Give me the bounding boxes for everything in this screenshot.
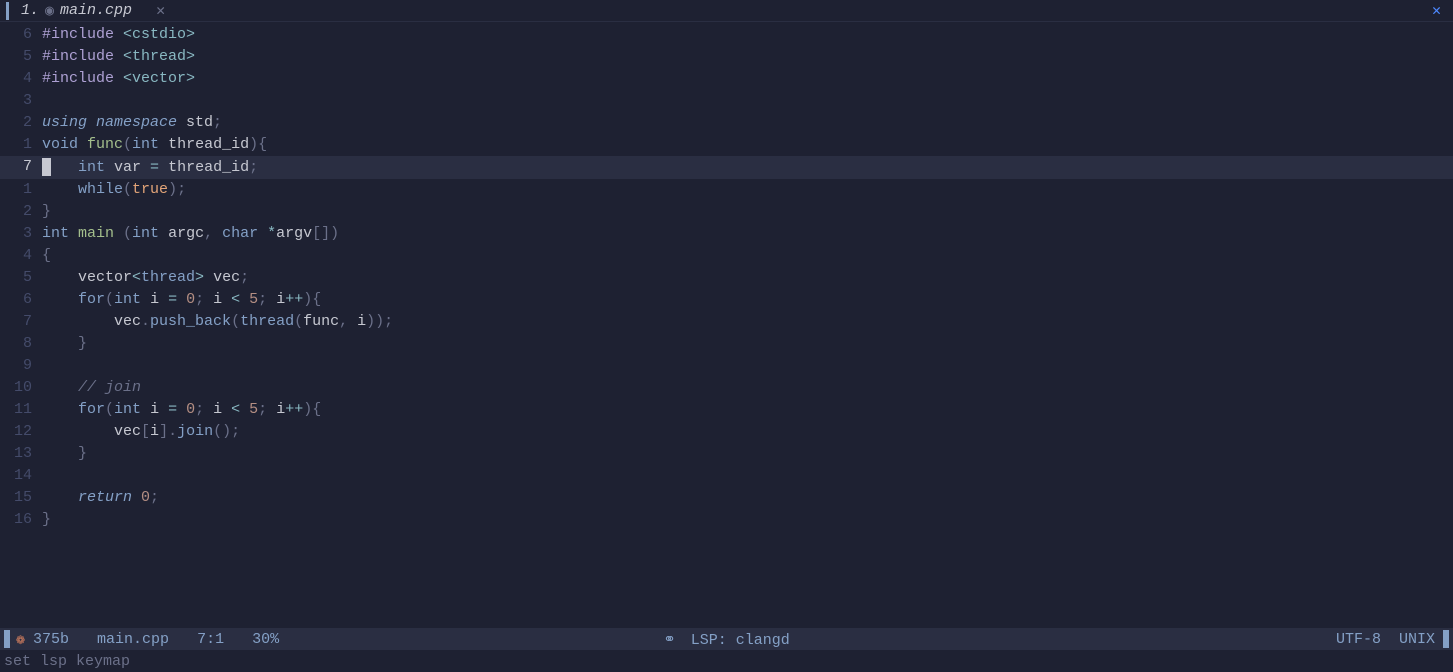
tab-active-indicator — [6, 2, 9, 20]
code-content[interactable]: #include <vector> — [42, 68, 195, 90]
code-content[interactable]: while(true); — [42, 179, 186, 201]
code-line[interactable]: 1 while(true); — [0, 179, 1453, 201]
code-line[interactable]: 2} — [0, 201, 1453, 223]
status-fileformat: UNIX — [1399, 631, 1435, 648]
line-number: 6 — [0, 289, 42, 311]
cpp-file-icon: ◉ — [45, 1, 54, 20]
code-content[interactable]: vector<thread> vec; — [42, 267, 249, 289]
code-line[interactable]: 16} — [0, 509, 1453, 531]
code-line[interactable]: 6 for(int i = 0; i < 5; i++){ — [0, 289, 1453, 311]
code-line[interactable]: 1void func(int thread_id){ — [0, 134, 1453, 156]
line-number: 2 — [0, 201, 42, 223]
code-content[interactable]: vec[i].join(); — [42, 421, 240, 443]
line-number: 4 — [0, 245, 42, 267]
code-line[interactable]: 5#include <thread> — [0, 46, 1453, 68]
code-line[interactable]: 9 — [0, 355, 1453, 377]
code-line[interactable]: 10 // join — [0, 377, 1453, 399]
tab-bar: 1. ◉ main.cpp ✕ ✕ — [0, 0, 1453, 22]
code-content[interactable]: using namespace std; — [42, 112, 222, 134]
line-number: 7 — [0, 311, 42, 333]
code-content[interactable]: vec.push_back(thread(func, i)); — [42, 311, 393, 333]
code-line[interactable]: 3int main (int argc, char *argv[]) — [0, 223, 1453, 245]
code-content[interactable]: return 0; — [42, 487, 159, 509]
status-lsp: ⚭ LSP: clangd — [663, 630, 790, 649]
line-number: 11 — [0, 399, 42, 421]
line-number: 9 — [0, 355, 42, 377]
line-number: 16 — [0, 509, 42, 531]
status-bar: ❁ 375b main.cpp 7:1 30% ⚭ LSP: clangd UT… — [0, 628, 1453, 650]
status-left-indicator — [4, 630, 10, 648]
code-line[interactable]: 12 vec[i].join(); — [0, 421, 1453, 443]
code-line[interactable]: 15 return 0; — [0, 487, 1453, 509]
tab-close-icon[interactable]: ✕ — [156, 1, 165, 20]
code-editor[interactable]: 6#include <cstdio>5#include <thread>4#in… — [0, 22, 1453, 628]
line-number: 14 — [0, 465, 42, 487]
code-line[interactable]: 4{ — [0, 245, 1453, 267]
line-number: 10 — [0, 377, 42, 399]
status-percent: 30% — [252, 631, 279, 648]
status-flower-icon: ❁ — [16, 630, 25, 649]
code-content[interactable]: for(int i = 0; i < 5; i++){ — [42, 399, 321, 421]
code-line[interactable]: 7 int var = thread_id; — [0, 156, 1453, 179]
code-line[interactable]: 2using namespace std; — [0, 112, 1453, 134]
tab-number: 1. — [21, 2, 39, 19]
line-number: 2 — [0, 112, 42, 134]
command-line-text: set lsp keymap — [4, 653, 130, 670]
status-filename: main.cpp — [97, 631, 169, 648]
line-number: 5 — [0, 46, 42, 68]
line-number: 1 — [0, 179, 42, 201]
status-cursor-position: 7:1 — [197, 631, 224, 648]
line-number: 1 — [0, 134, 42, 156]
line-number: 6 — [0, 24, 42, 46]
line-number: 5 — [0, 267, 42, 289]
line-number: 7 — [0, 156, 42, 179]
status-right-indicator — [1443, 630, 1449, 648]
code-content[interactable]: // join — [42, 377, 141, 399]
code-content[interactable]: } — [42, 333, 87, 355]
line-number: 12 — [0, 421, 42, 443]
code-content[interactable]: } — [42, 509, 51, 531]
window-close-icon[interactable]: ✕ — [1432, 1, 1441, 20]
code-content[interactable]: } — [42, 201, 51, 223]
lsp-link-icon: ⚭ — [663, 632, 676, 649]
code-line[interactable]: 4#include <vector> — [0, 68, 1453, 90]
code-line[interactable]: 11 for(int i = 0; i < 5; i++){ — [0, 399, 1453, 421]
line-number: 15 — [0, 487, 42, 509]
code-line[interactable]: 14 — [0, 465, 1453, 487]
tab-filename[interactable]: main.cpp — [60, 2, 132, 19]
code-line[interactable]: 3 — [0, 90, 1453, 112]
line-number: 3 — [0, 90, 42, 112]
code-line[interactable]: 8 } — [0, 333, 1453, 355]
status-filesize: 375b — [33, 631, 69, 648]
code-line[interactable]: 7 vec.push_back(thread(func, i)); — [0, 311, 1453, 333]
code-content[interactable]: int var = thread_id; — [42, 156, 258, 179]
code-content[interactable]: #include <cstdio> — [42, 24, 195, 46]
line-number: 4 — [0, 68, 42, 90]
line-number: 3 — [0, 223, 42, 245]
command-line[interactable]: set lsp keymap — [0, 650, 1453, 672]
code-content[interactable]: void func(int thread_id){ — [42, 134, 267, 156]
code-line[interactable]: 5 vector<thread> vec; — [0, 267, 1453, 289]
code-line[interactable]: 13 } — [0, 443, 1453, 465]
code-content[interactable]: int main (int argc, char *argv[]) — [42, 223, 339, 245]
code-content[interactable]: { — [42, 245, 51, 267]
line-number: 8 — [0, 333, 42, 355]
code-content[interactable]: } — [42, 443, 87, 465]
line-number: 13 — [0, 443, 42, 465]
code-line[interactable]: 6#include <cstdio> — [0, 24, 1453, 46]
code-content[interactable]: for(int i = 0; i < 5; i++){ — [42, 289, 321, 311]
text-cursor — [42, 158, 51, 176]
status-encoding: UTF-8 — [1336, 631, 1381, 648]
code-content[interactable]: #include <thread> — [42, 46, 195, 68]
